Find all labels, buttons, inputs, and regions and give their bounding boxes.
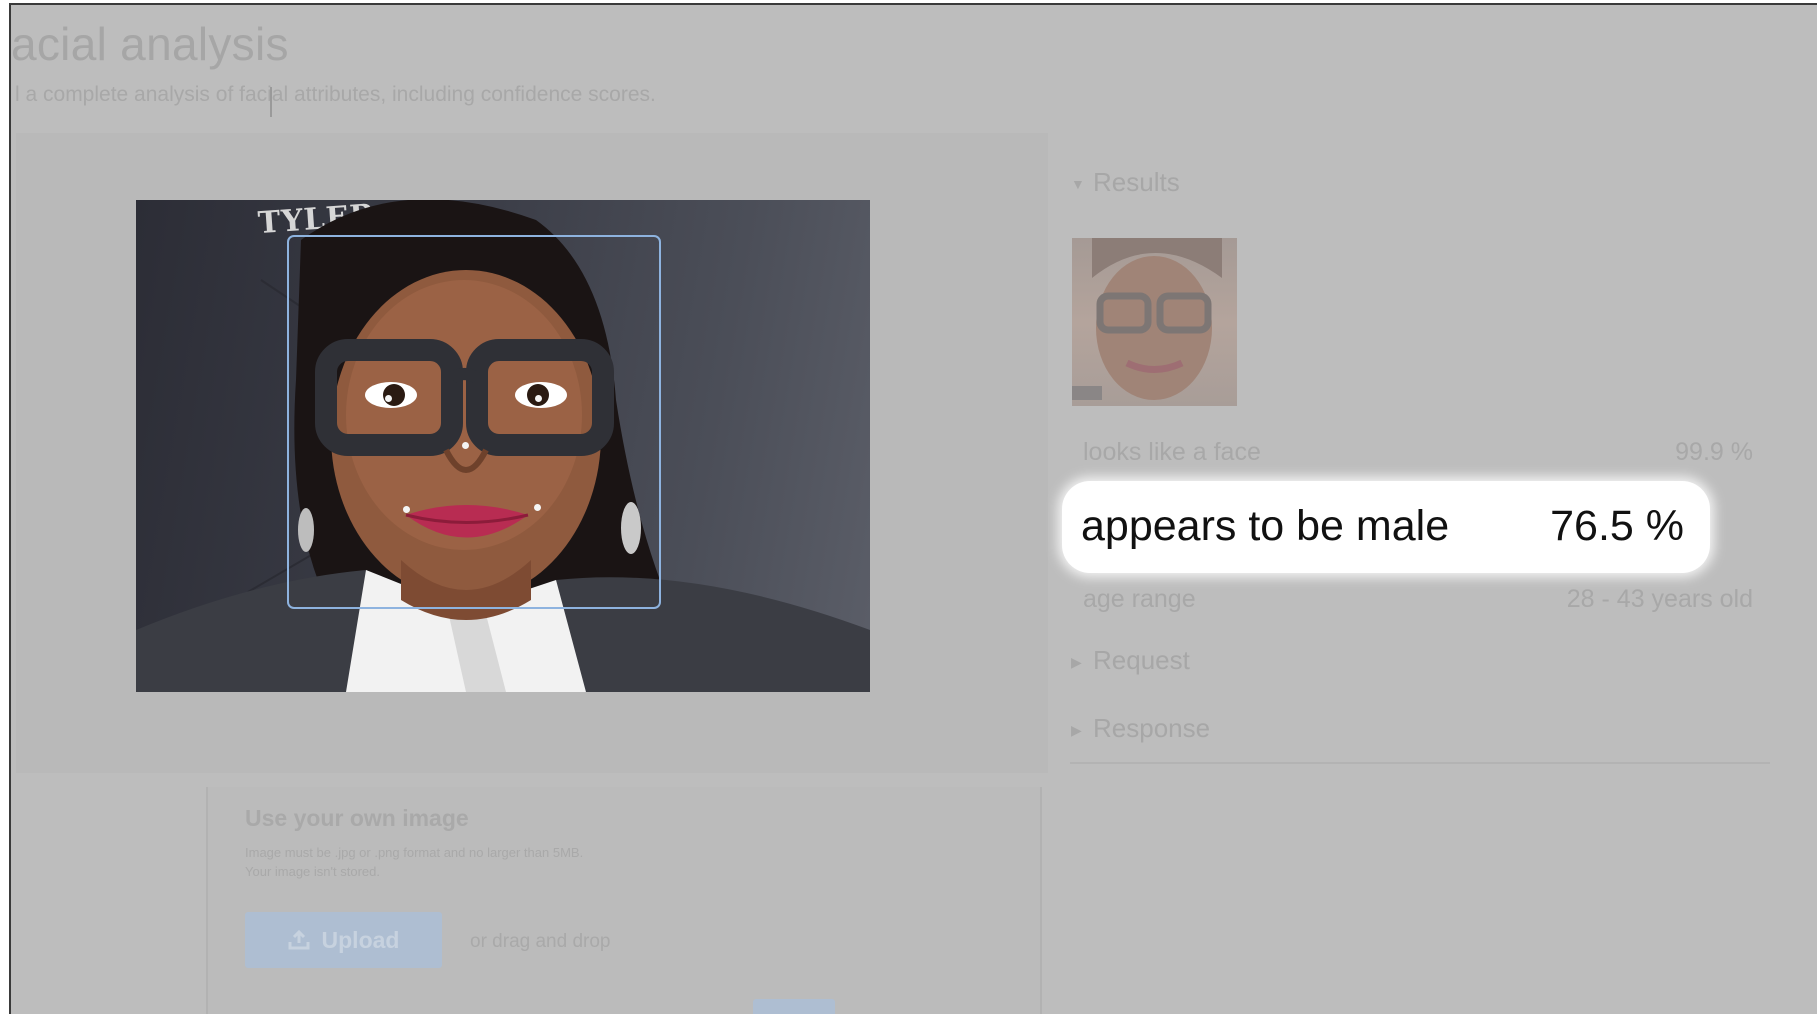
page-subtitle: l a complete analysis of facial attribut…	[15, 83, 656, 106]
response-toggle[interactable]: ▶ Response	[1071, 713, 1210, 744]
request-label: Request	[1093, 645, 1190, 675]
landmark-mouth-right	[534, 504, 541, 511]
result-label-male: appears to be male	[1081, 502, 1450, 550]
results-divider	[1070, 762, 1770, 764]
request-toggle[interactable]: ▶ Request	[1071, 645, 1190, 676]
result-row-age: age range 28 - 43 years old	[1083, 585, 1753, 614]
face-thumbnail	[1072, 238, 1237, 406]
upload-button-label: Upload	[321, 926, 400, 953]
result-label: looks like a face	[1083, 438, 1261, 466]
response-label: Response	[1093, 713, 1211, 743]
analyze-button[interactable]	[753, 999, 835, 1014]
landmark-nose	[462, 442, 469, 449]
caret-right-icon: ▶	[1071, 653, 1082, 670]
upload-icon	[288, 930, 310, 950]
caret-right-icon: ▶	[1071, 721, 1082, 738]
results-label: Results	[1093, 167, 1180, 197]
upload-card: Use your own image Image must be .jpg or…	[206, 787, 1042, 1014]
result-value: 99.9 %	[1675, 438, 1753, 466]
landmark-eye-left	[385, 395, 392, 402]
result-row-face: looks like a face 99.9 %	[1083, 438, 1753, 467]
landmark-eye-right	[535, 395, 542, 402]
drag-drop-hint: or drag and drop	[470, 931, 611, 952]
result-value: 28 - 43 years old	[1566, 585, 1753, 613]
results-toggle[interactable]: ▼ Results	[1071, 167, 1180, 198]
upload-button[interactable]: Upload	[245, 912, 442, 968]
result-value-male: 76.5 %	[1550, 502, 1684, 550]
landmark-mouth-left	[403, 506, 410, 513]
result-label: age range	[1083, 585, 1196, 613]
upload-hint: Image must be .jpg or .png format and no…	[245, 845, 584, 879]
upload-title: Use your own image	[245, 805, 469, 831]
face-bounding-box	[287, 235, 661, 609]
text-cursor-icon	[270, 87, 272, 117]
face-thumbnail-image	[1072, 238, 1222, 400]
caret-down-icon: ▼	[1071, 176, 1085, 193]
page-title: acial analysis	[11, 18, 289, 70]
highlighted-result-row: appears to be male 76.5 %	[1062, 481, 1710, 573]
